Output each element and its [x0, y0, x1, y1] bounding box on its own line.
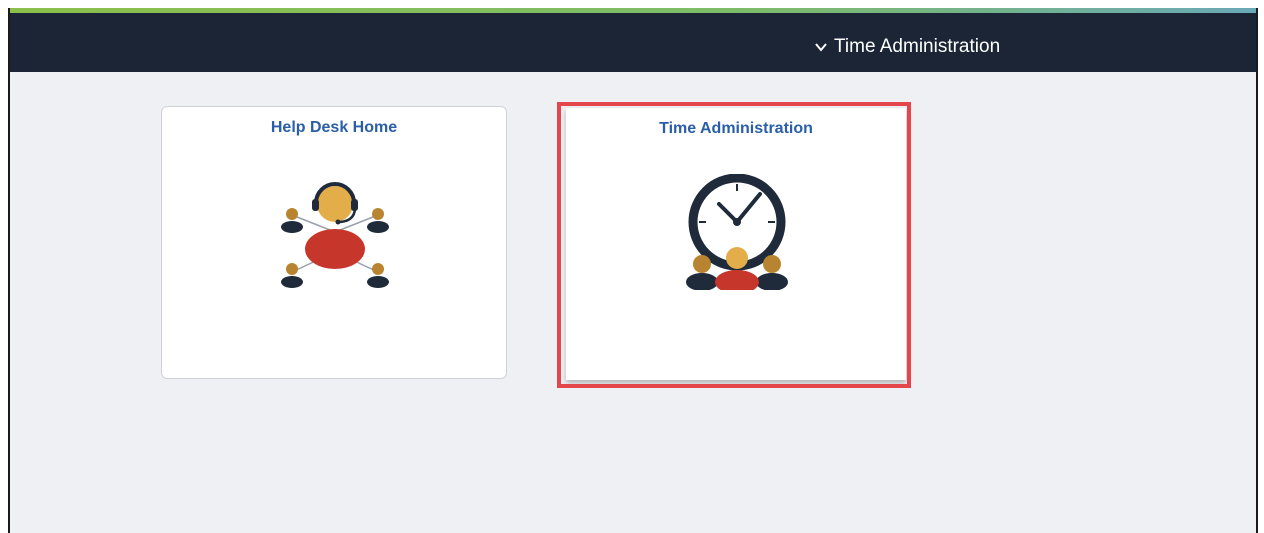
- homepage-selector-label: Time Administration: [834, 36, 1001, 57]
- tile-time-administration[interactable]: Time Administration: [566, 108, 906, 380]
- time-admin-clock-icon: [686, 174, 788, 290]
- tile-title: Time Administration: [659, 120, 813, 137]
- tile-help-desk-home[interactable]: Help Desk Home: [161, 106, 507, 379]
- homepage-selector[interactable]: Time Administration: [814, 33, 1000, 61]
- app-frame: Time Administration Help Desk Home Time …: [8, 8, 1258, 533]
- tile-title: Help Desk Home: [270, 119, 398, 136]
- banner: Time Administration: [10, 13, 1256, 72]
- chevron-down-icon: [815, 43, 827, 52]
- help-desk-icon: [281, 182, 389, 288]
